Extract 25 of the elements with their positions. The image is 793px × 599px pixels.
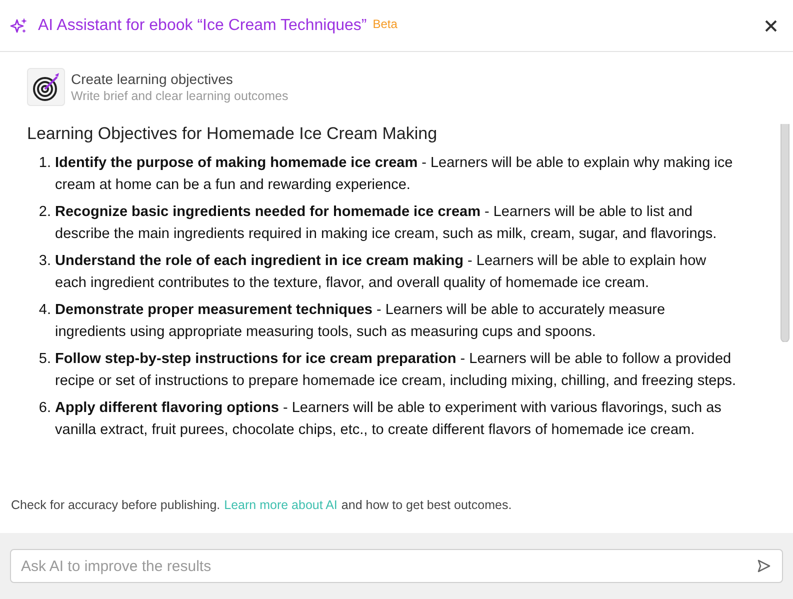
item-number: 6. [38, 399, 52, 418]
objective-text: Identify the purpose of making homemade ice cream - Learners will be able to explain why making ice cream at home can be a fun and rewarding experience. [55, 154, 734, 195]
item-number: 1. [38, 154, 52, 173]
objective-text: Recognize basic ingredients needed for homemade ice cream - Learners will be able to list and describe the main ingredients required in making ice cream, such as milk, cream, sugar, and flavorings. [55, 203, 718, 244]
objective-text: Demonstrate proper measurement techniques - Learners will be able to accurately measure ingredients using appropriate measuring tools, such as measuring cups and spoons. [55, 301, 666, 342]
task-subtitle: Write brief and clear learning outcomes [71, 89, 288, 103]
objective-text: Apply different flavoring options - Learners will be able to experiment with various flavorings, such as vanilla extract, fruit purees, chocolate chips, etc., to create different flavors of homemade ice cream. [55, 399, 722, 440]
item-number: 5. [38, 350, 52, 369]
item-number: 2. [38, 203, 52, 222]
send-icon[interactable] [757, 559, 771, 573]
notice-text: and how to get best outcomes. [341, 498, 512, 512]
prompt-field[interactable]: Ask AI to improve the results [10, 549, 783, 583]
close-button[interactable] [763, 18, 779, 34]
sparkle-icon [10, 16, 28, 34]
task-title: Create learning objectives [71, 71, 234, 87]
notice-text: Check for accuracy before publishing. [11, 498, 220, 512]
beta-label: Beta [372, 16, 398, 30]
learn-more-link[interactable]: Learn more about AI [224, 498, 338, 512]
target-icon [27, 68, 65, 106]
result-heading: Learning Objectives for Homemade Ice Cream Making [27, 124, 438, 144]
objective-text: Follow step-by-step instructions for ice cream preparation - Learners will be able to follow a provided recipe or set of instructions to prepare homemade ice cream, including mixing, chilling, and freezing steps. [55, 350, 737, 391]
item-number: 4. [38, 301, 52, 320]
dialog-title: AI Assistant for ebook “Ice Cream Techniques” [38, 16, 367, 34]
objective-text: Understand the role of each ingredient in ice cream making - Learners will be able to explain how each ingredient contributes to the texture, flavor, and overall quality of homemade ice cream. [55, 252, 708, 293]
item-number: 3. [38, 252, 52, 271]
